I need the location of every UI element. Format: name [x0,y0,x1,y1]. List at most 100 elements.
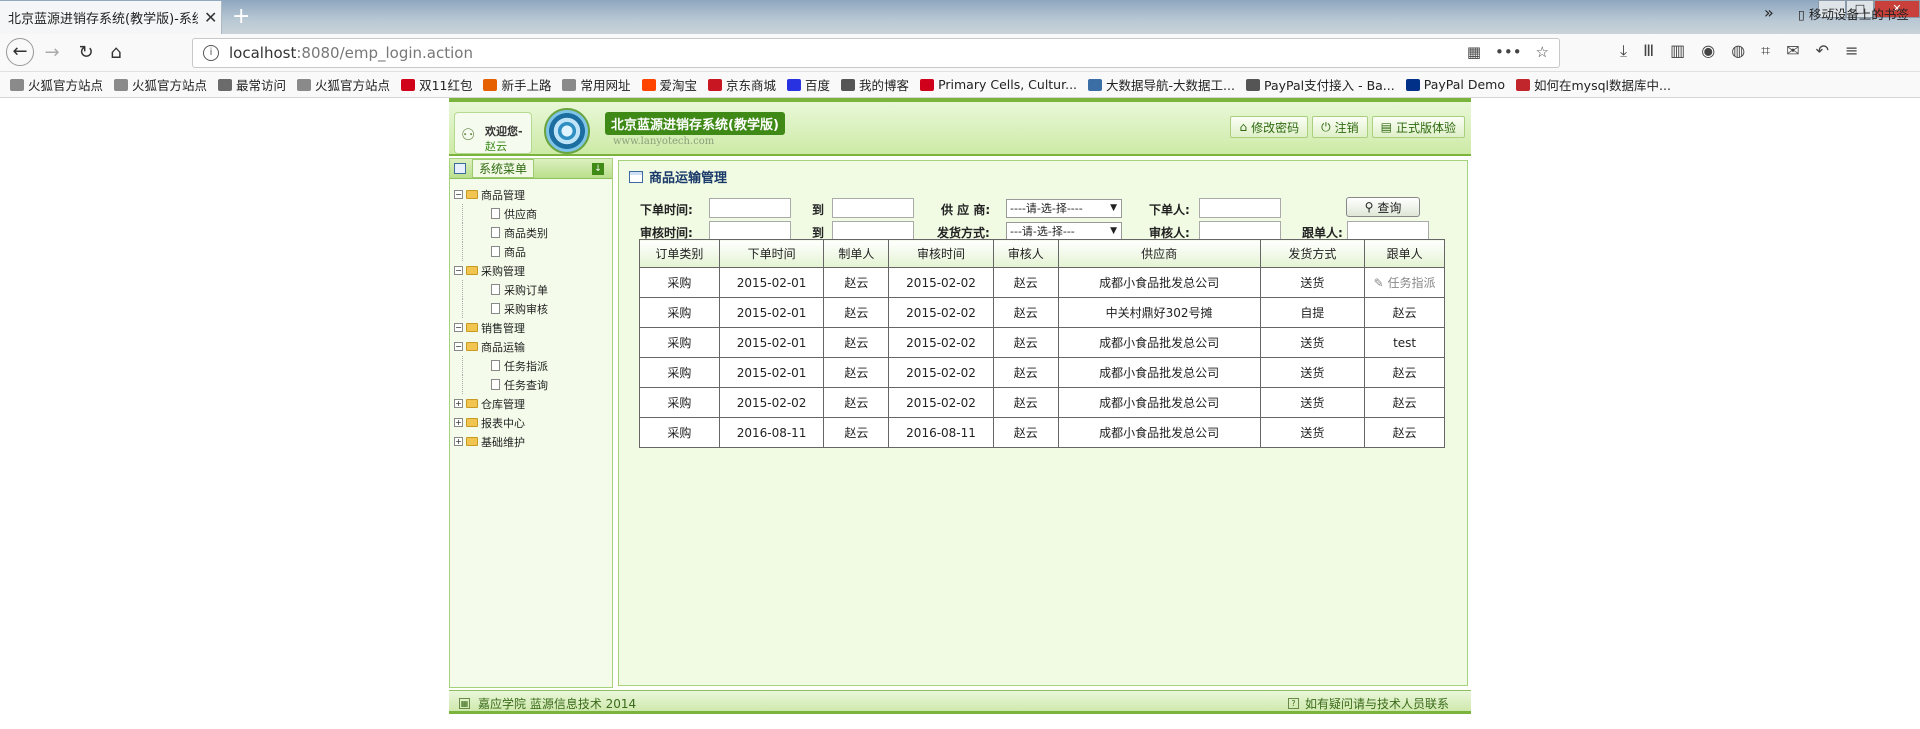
assign-task-link[interactable]: ✎ 任务指派 [1374,276,1436,290]
change-password-button[interactable]: ⌂ 修改密码 [1230,116,1309,138]
mobile-bookmarks[interactable]: ▯ 移动设备上的书签 [1798,4,1909,23]
chat-icon[interactable]: ✉ [1786,41,1799,61]
undo-icon[interactable]: ↶ [1816,41,1829,61]
globe-icon[interactable]: ◍ [1731,41,1745,61]
back-icon[interactable]: ← [6,38,34,66]
bookmark-item[interactable]: Primary Cells, Cultur... [920,77,1077,92]
sidebar-icon[interactable]: ▥ [1670,41,1685,61]
bookmark-item[interactable]: 火狐官方站点 [297,75,390,94]
folder-icon [466,418,478,427]
home-icon[interactable]: ⌂ [104,41,128,65]
qr-code-icon[interactable]: ▦ [1467,43,1481,61]
column-header: 审核人 [992,239,1059,268]
table-row[interactable]: 采购 2016-08-11 赵云 2016-08-11 赵云 成都小食品批发总公司 送货 赵云 [639,417,1445,448]
system-site: www.lanyotech.com [613,136,715,147]
url-bar[interactable]: i localhost:8080/emp_login.action ▦ ••• … [192,38,1560,68]
bookmark-item[interactable]: 京东商城 [708,75,776,94]
forward-icon[interactable]: → [40,41,64,65]
tree-leaf[interactable]: 供应商 [462,204,612,223]
bookmark-item[interactable]: PayPal Demo [1405,77,1505,92]
bookmark-label: Primary Cells, Cultur... [938,77,1078,92]
collapse-node-icon[interactable]: − [454,266,463,275]
tab-title: 北京蓝源进销存系统(教学版)-系统 [8,12,198,27]
table-row[interactable]: 采购 2015-02-01 赵云 2015-02-02 赵云 成都小食品批发总公司 送货 赵云 [639,357,1445,388]
bookmark-label: 京东商城 [726,78,777,93]
bookmarks-overflow-icon[interactable]: » [1764,3,1774,22]
table-row[interactable]: 采购 2015-02-01 赵云 2015-02-02 赵云 成都小食品批发总公司 送货 ✎ … [639,267,1445,298]
bookmark-item[interactable]: 我的博客 [841,75,909,94]
folder-icon [466,399,478,408]
bookmark-item[interactable]: 大数据导航-大数据工... [1088,75,1235,94]
bookmark-item[interactable]: 常用网址 [562,75,631,94]
close-tab-icon[interactable]: ✕ [204,8,217,27]
bookmark-item[interactable]: 双11红包 [401,75,472,94]
table-cell: 2016-08-11 [718,417,825,448]
tree-leaf[interactable]: 商品类别 [462,223,612,242]
collapse-node-icon[interactable]: − [454,323,463,332]
menu-icon[interactable]: ≡ [1845,41,1858,61]
page-actions-icon[interactable]: ••• [1495,43,1522,61]
collapse-icon[interactable]: ↓ [592,163,604,175]
order-time-start-input[interactable] [709,198,791,218]
bookmark-favicon-icon [562,78,577,91]
bookmark-item[interactable]: 如何在mysql数据库中... [1516,75,1671,94]
expand-node-icon[interactable]: + [454,399,463,408]
reload-icon[interactable]: ↻ [74,41,98,65]
table-cell: 2016-08-11 [888,417,994,448]
tree-node[interactable]: + 基础维护 [454,432,612,451]
bookmark-label: 如何在mysql数据库中... [1534,78,1671,93]
table-cell: 赵云 [823,387,890,418]
tree-node[interactable]: − 商品运输 [454,337,612,356]
tree-node[interactable]: − 采购管理 [454,261,612,280]
table-cell: 赵云 [1364,387,1445,418]
audit-time-end-input[interactable] [832,221,914,241]
expand-node-icon[interactable]: + [454,418,463,427]
table-cell: 2015-02-02 [888,297,994,328]
tree-node[interactable]: + 报表中心 [454,413,612,432]
table-row[interactable]: 采购 2015-02-01 赵云 2015-02-02 赵云 中关村鼎好302号摊 自提 赵云 [639,297,1445,328]
bookmark-item[interactable]: 爱淘宝 [641,75,697,94]
bookmark-item[interactable]: 最常访问 [218,75,286,94]
expand-node-icon[interactable]: + [454,437,463,446]
logout-button[interactable]: ⏻ 注销 [1312,116,1368,138]
query-button[interactable]: ⚲ 查询 [1346,197,1420,217]
bookmark-item[interactable]: 新手上路 [483,75,551,94]
orderer-input[interactable] [1199,198,1281,218]
screenshot-icon[interactable]: ⌗ [1761,41,1770,61]
follower-input[interactable] [1347,221,1429,241]
download-icon[interactable]: ⤓ [1620,41,1627,61]
bookmark-item[interactable]: 火狐官方站点 [114,75,207,94]
change-password-label: 修改密码 [1251,120,1300,135]
table-row[interactable]: 采购 2015-02-02 赵云 2015-02-02 赵云 成都小食品批发总公司 送货 赵云 [639,387,1445,418]
tree-leaf[interactable]: 任务指派 [462,356,612,375]
tree-node[interactable]: − 商品管理 [454,185,612,204]
collapse-node-icon[interactable]: − [454,190,463,199]
site-info-icon[interactable]: i [203,45,219,61]
account-icon[interactable]: ◉ [1701,41,1715,61]
collapse-node-icon[interactable]: − [454,342,463,351]
tree-leaf[interactable]: 任务查询 [462,375,612,394]
table-cell: 自提 [1259,297,1366,328]
bookmark-item[interactable]: PayPal支付接入 - Ba... [1245,75,1395,94]
audit-time-start-input[interactable] [709,221,791,241]
browser-tab[interactable]: 北京蓝源进销存系统(教学版)-系统 ✕ [0,1,222,34]
bookmark-item[interactable]: 火狐官方站点 [10,75,103,94]
official-version-label: 正式版体验 [1395,120,1456,135]
bookmark-favicon-icon [1088,78,1103,91]
official-version-button[interactable]: ▤ 正式版体验 [1371,116,1465,138]
bookmark-item[interactable]: 百度 [787,75,830,94]
app-header: ⚇ 欢迎您- 赵云 北京蓝源进销存系统(教学版) www.lanyotech.c… [449,98,1471,156]
table-cell: 成都小食品批发总公司 [1057,387,1261,418]
order-time-end-input[interactable] [832,198,914,218]
library-icon[interactable]: Ⅲ [1643,41,1654,61]
tree-node[interactable]: − 销售管理 [454,318,612,337]
auditor-input[interactable] [1199,221,1281,241]
bookmark-star-icon[interactable]: ☆ [1536,43,1549,61]
tree-leaf[interactable]: 采购订单 [462,280,612,299]
new-tab-icon[interactable]: + [232,4,250,29]
tree-node[interactable]: + 仓库管理 [454,394,612,413]
table-row[interactable]: 采购 2015-02-01 赵云 2015-02-02 赵云 成都小食品批发总公司 送货 te… [639,327,1445,358]
tree-leaf[interactable]: 商品 [462,242,612,261]
supplier-select[interactable]: ----请-选-择---- ▼ [1006,199,1122,218]
tree-leaf[interactable]: 采购审核 [462,299,612,318]
